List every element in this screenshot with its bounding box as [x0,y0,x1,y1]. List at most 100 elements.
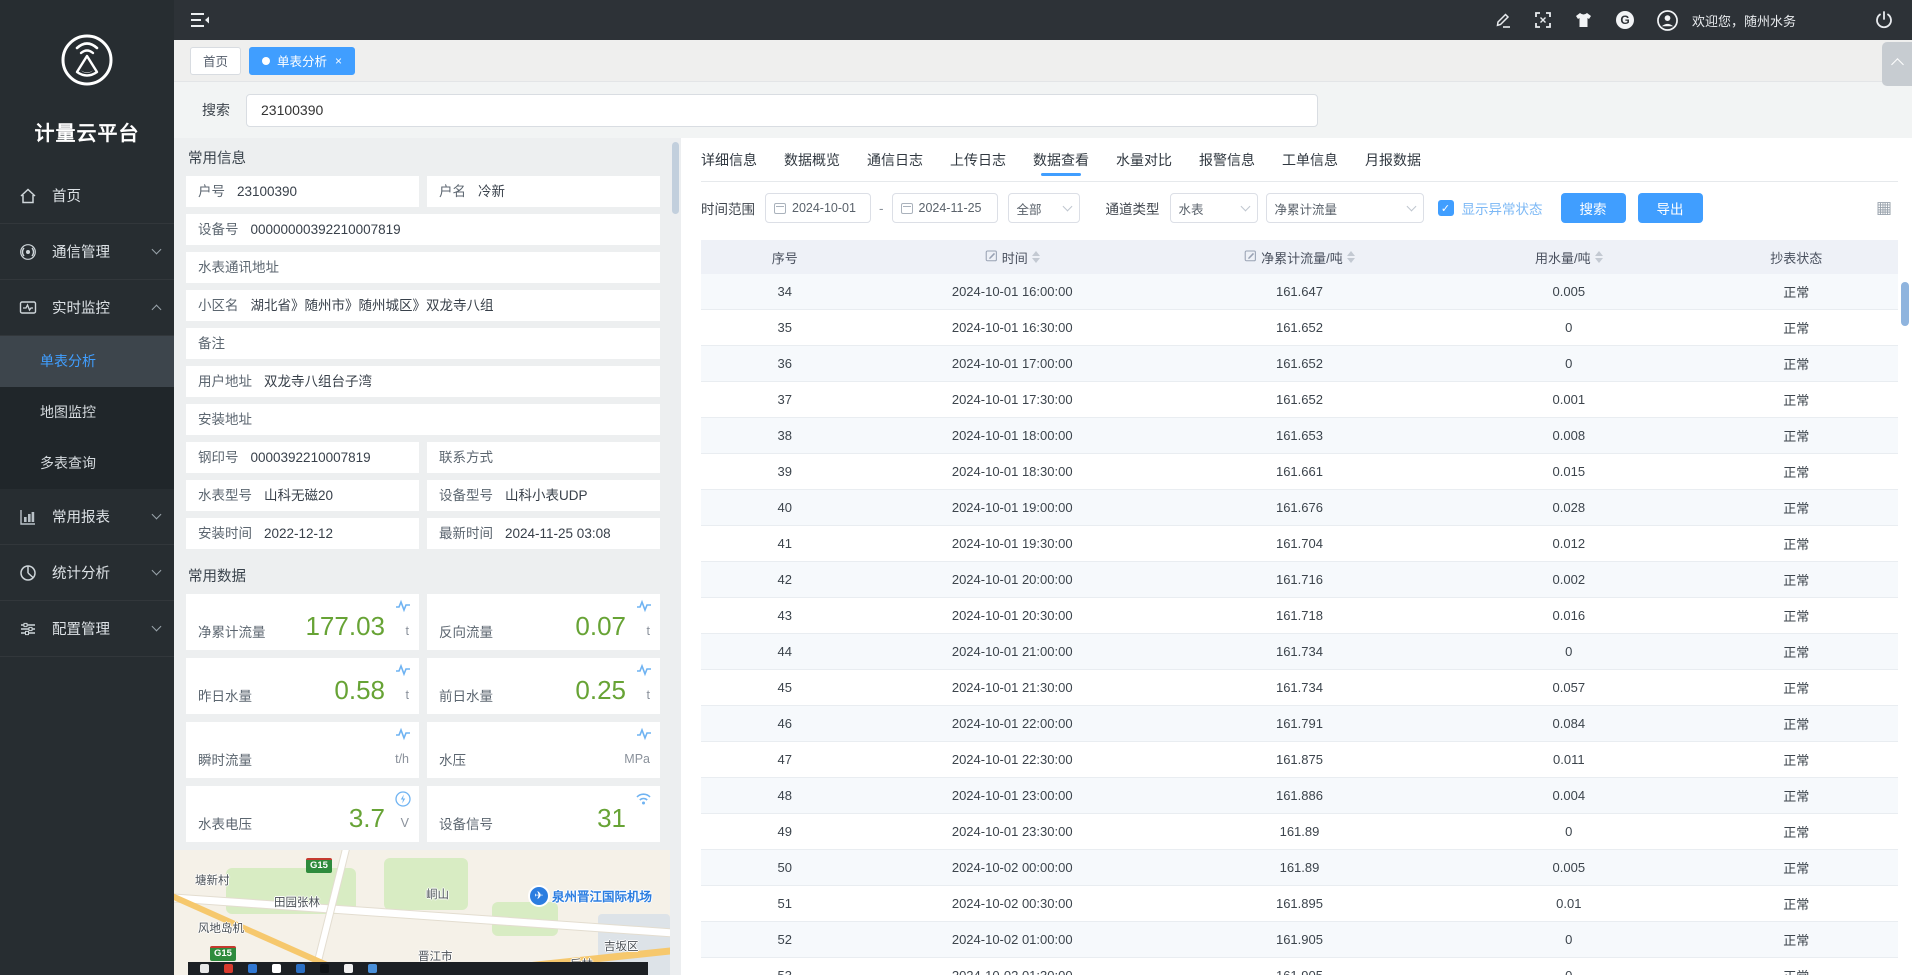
table-row[interactable]: 452024-10-01 21:30:00161.7340.057正常 [701,670,1898,706]
field-label: 户名 [439,184,466,199]
range-select[interactable]: 全部 [1008,193,1080,223]
taskbar-icon[interactable] [368,964,377,973]
table-row[interactable]: 472024-10-01 22:30:00161.8750.011正常 [701,742,1898,778]
date-from-input[interactable]: 2024-10-01 [765,193,871,223]
row-index: 47 [701,752,869,767]
show-abnormal-checkbox[interactable]: ✓ [1438,200,1454,216]
logout-power-icon[interactable] [1874,10,1894,30]
table-row[interactable]: 412024-10-01 19:30:00161.7040.012正常 [701,526,1898,562]
row-total-flow: 161.886 [1156,788,1443,803]
table-row[interactable]: 402024-10-01 19:00:00161.6760.028正常 [701,490,1898,526]
tab-home[interactable]: 首页 [190,47,241,75]
table-column-header[interactable]: 净累计流量/吨 [1156,248,1443,267]
table-row[interactable]: 492024-10-01 23:30:00161.890正常 [701,814,1898,850]
detail-tab[interactable]: 数据查看 [1033,138,1089,182]
table-scrollbar-thumb[interactable] [1901,282,1909,326]
scroll-top-button[interactable] [1882,42,1912,86]
table-column-header[interactable]: 时间 [869,248,1156,267]
close-tab-icon[interactable]: × [335,54,342,68]
taskbar-icon[interactable] [272,964,281,973]
table-row[interactable]: 502024-10-02 00:00:00161.890.005正常 [701,850,1898,886]
field-value: 0000392210007819 [251,450,371,465]
airport-marker[interactable]: ✈ 泉州晋江国际机场 [530,886,652,905]
export-button[interactable]: 导出 [1638,193,1703,223]
pulse-icon [395,663,411,682]
row-time: 2024-10-02 01:00:00 [869,932,1156,947]
sidebar-item-config[interactable]: 配置管理 [0,601,174,657]
detail-tab[interactable]: 水量对比 [1116,138,1172,182]
table-row[interactable]: 422024-10-01 20:00:00161.7160.002正常 [701,562,1898,598]
location-map[interactable]: 塘新村田园张林峒山风地岛机晋江市后林吉坂区G15G15 ✈ 泉州晋江国际机场 [174,850,670,975]
table-row[interactable]: 432024-10-01 20:30:00161.7180.016正常 [701,598,1898,634]
table-row[interactable]: 342024-10-01 16:00:00161.6470.005正常 [701,274,1898,310]
detail-tab[interactable]: 详细信息 [701,138,757,182]
taskbar-icon[interactable] [296,964,305,973]
taskbar-icon[interactable] [344,964,353,973]
table-row[interactable]: 352024-10-01 16:30:00161.6520正常 [701,310,1898,346]
detail-tab[interactable]: 上传日志 [950,138,1006,182]
metric-select[interactable]: 净累计流量 [1266,193,1424,223]
sidebar-item-comm[interactable]: 通信管理 [0,224,174,280]
table-row[interactable]: 382024-10-01 18:00:00161.6530.008正常 [701,418,1898,454]
stat-card: 水表电压3.7V [186,786,419,842]
table-row[interactable]: 372024-10-01 17:30:00161.6520.001正常 [701,382,1898,418]
stat-card: 水压MPa [427,722,660,778]
row-usage: 0 [1443,824,1694,839]
sort-carets-icon[interactable] [1032,251,1040,263]
column-settings-icon[interactable]: ▦ [1876,198,1892,218]
row-total-flow: 161.718 [1156,608,1443,623]
sort-carets-icon[interactable] [1347,251,1355,263]
google-icon[interactable]: G [1615,10,1635,30]
detail-tab[interactable]: 工单信息 [1282,138,1338,182]
table-row[interactable]: 532024-10-02 01:30:00161.9050正常 [701,958,1898,975]
sidebar-subitem[interactable]: 单表分析 [0,336,174,387]
edit-icon[interactable] [1494,11,1512,29]
info-field-row: 设备号00000000392210007819 [186,214,660,245]
table-row[interactable]: 392024-10-01 18:30:00161.6610.015正常 [701,454,1898,490]
detail-tab[interactable]: 数据概览 [784,138,840,182]
taskbar-icon[interactable] [248,964,257,973]
row-status: 正常 [1694,426,1897,445]
sidebar-subitem[interactable]: 多表查询 [0,438,174,489]
detail-tab[interactable]: 报警信息 [1199,138,1255,182]
table-row[interactable]: 442024-10-01 21:00:00161.7340正常 [701,634,1898,670]
left-panel-scrollbar-thumb[interactable] [672,142,679,214]
theme-shirt-icon[interactable] [1574,11,1593,29]
search-button[interactable]: 搜索 [1561,193,1626,223]
table-row[interactable]: 462024-10-01 22:00:00161.7910.084正常 [701,706,1898,742]
fullscreen-icon[interactable] [1534,11,1552,29]
table-row[interactable]: 362024-10-01 17:00:00161.6520正常 [701,346,1898,382]
date-to-input[interactable]: 2024-11-25 [892,193,998,223]
channel-select[interactable]: 水表 [1170,193,1258,223]
sidebar-subitem[interactable]: 地图监控 [0,387,174,438]
sidebar-item-home[interactable]: 首页 [0,168,174,224]
sidebar-item-monitor[interactable]: 实时监控 [0,280,174,336]
sort-carets-icon[interactable] [1595,251,1603,263]
taskbar-icon[interactable] [320,964,329,973]
left-panel-scrollbar[interactable] [670,138,681,975]
row-index: 52 [701,932,869,947]
tab-single-meter-analysis[interactable]: 单表分析 × [249,47,355,75]
info-field: 安装地址 [186,404,660,435]
row-total-flow: 161.652 [1156,392,1443,407]
edit-column-icon[interactable] [1244,249,1257,265]
sidebar-item-report[interactable]: 常用报表 [0,489,174,545]
sidebar-item-stats[interactable]: 统计分析 [0,545,174,601]
table-scrollbar[interactable] [1901,268,1909,971]
table-column-header[interactable]: 用水量/吨 [1443,248,1694,267]
search-input[interactable] [246,94,1318,127]
user-avatar-icon[interactable] [1657,10,1678,31]
row-time: 2024-10-01 17:30:00 [869,392,1156,407]
taskbar-icon[interactable] [224,964,233,973]
table-row[interactable]: 482024-10-01 23:00:00161.8860.004正常 [701,778,1898,814]
info-field: 水表型号山科无磁20 [186,480,419,511]
detail-tab[interactable]: 月报数据 [1365,138,1421,182]
stat-label: 前日水量 [439,685,493,705]
highway-shield-badge: G15 [306,858,332,873]
edit-column-icon[interactable] [985,249,998,265]
collapse-sidebar-icon[interactable] [190,12,210,28]
table-row[interactable]: 522024-10-02 01:00:00161.9050正常 [701,922,1898,958]
detail-tab[interactable]: 通信日志 [867,138,923,182]
table-row[interactable]: 512024-10-02 00:30:00161.8950.01正常 [701,886,1898,922]
taskbar-icon[interactable] [200,964,209,973]
